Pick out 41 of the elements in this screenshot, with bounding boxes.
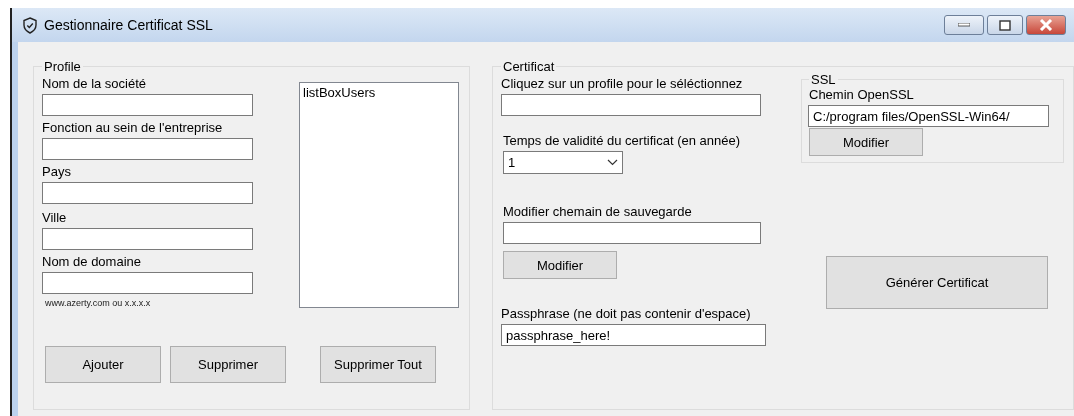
field-label: Ville [42, 210, 68, 225]
field-label: Temps de validité du certificat (en année) [503, 133, 741, 148]
action-button[interactable]: Ajouter [45, 346, 161, 383]
maximize-icon [999, 19, 1011, 31]
group-title: Certificat [502, 59, 556, 74]
text-field[interactable] [503, 222, 761, 244]
text-field[interactable] [42, 138, 253, 160]
field-label: Nom de la société [42, 76, 148, 91]
group-title: SSL [810, 72, 837, 87]
minimize-button[interactable] [944, 15, 984, 35]
maximize-button[interactable] [987, 15, 1023, 35]
field-label: Chemin OpenSSL [809, 87, 915, 102]
text-field[interactable] [42, 228, 253, 250]
chevron-down-icon [607, 159, 618, 166]
group-title: Profile [43, 59, 82, 74]
field-label: Passphrase (ne doit pas contenir d'espace) [501, 306, 752, 321]
window-title: Gestionnaire Certificat SSL [44, 17, 214, 33]
modify-button[interactable]: Modifier [503, 251, 617, 279]
minimize-icon [958, 23, 970, 27]
generate-button[interactable]: Générer Certificat [826, 256, 1048, 309]
field-label: Pays [42, 164, 72, 179]
shield-icon [22, 16, 38, 34]
text-field[interactable] [42, 272, 253, 294]
close-button[interactable] [1026, 15, 1066, 35]
close-icon [1039, 19, 1053, 31]
field-label: Modifier chemain de sauvegarde [503, 204, 693, 219]
text-field[interactable] [42, 94, 253, 116]
openssl-path-field[interactable]: C:/program files/OpenSSL-Win64/ [808, 105, 1049, 127]
passphrase-field[interactable]: passphrase_here! [501, 324, 766, 346]
list-box[interactable]: listBoxUsers [299, 82, 459, 308]
modify-button[interactable]: Modifier [809, 128, 923, 156]
text-field[interactable] [501, 94, 761, 116]
hint-text: www.azerty.com ou x.x.x.x [45, 298, 152, 308]
field-label: Fonction au sein de l'entreprise [42, 120, 224, 135]
text-field[interactable] [42, 182, 253, 204]
list-item[interactable]: listBoxUsers [303, 85, 455, 100]
action-button[interactable]: Supprimer Tout [320, 346, 436, 383]
action-button[interactable]: Supprimer [170, 346, 286, 383]
field-label: Cliquez sur un profile pour le séléctionnez [501, 76, 744, 91]
field-label: Nom de domaine [42, 254, 142, 269]
validity-dropdown[interactable]: 1 [503, 151, 623, 174]
